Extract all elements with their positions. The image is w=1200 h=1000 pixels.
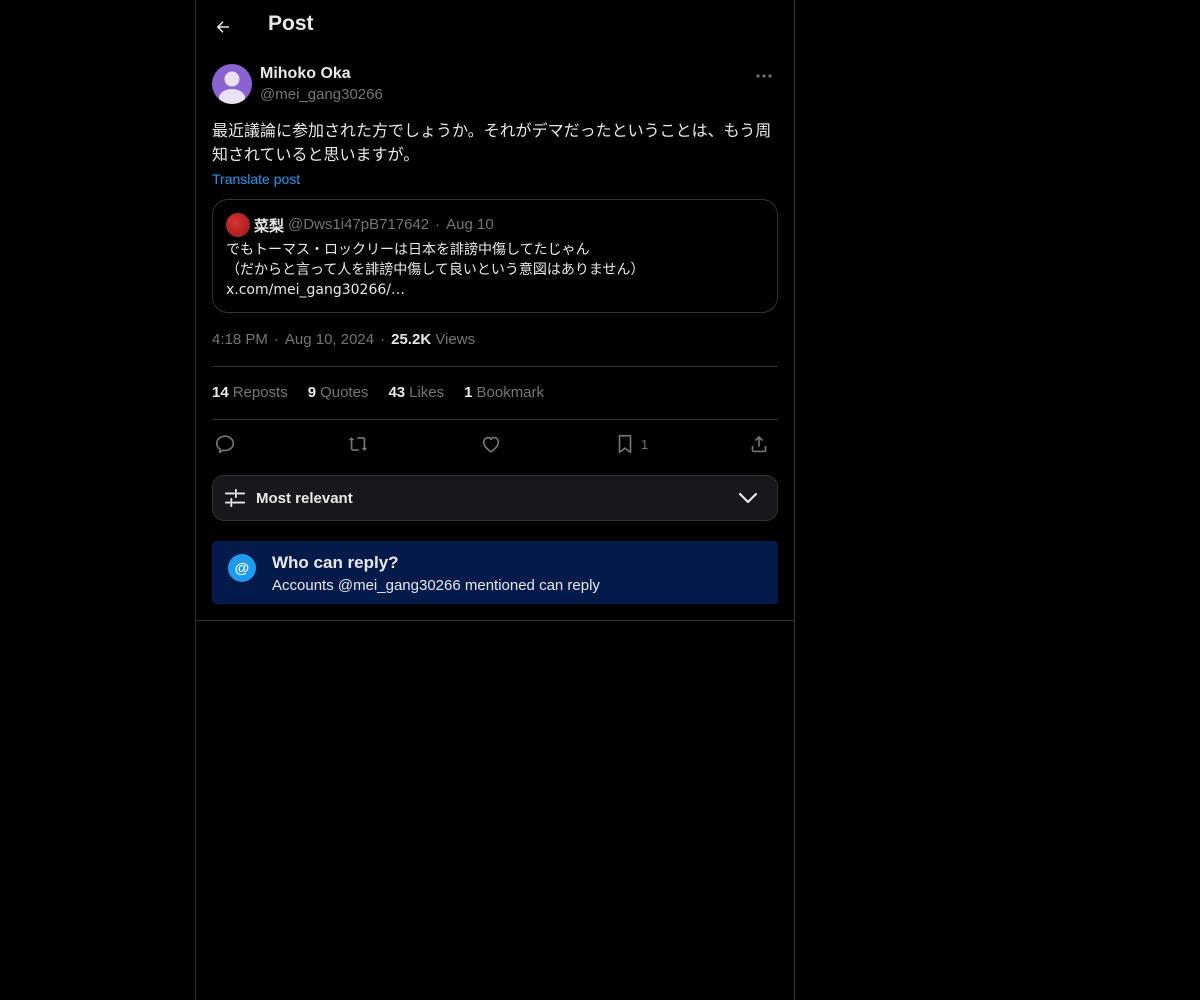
author-name[interactable]: Mihoko Oka	[260, 65, 351, 83]
share-button[interactable]	[748, 430, 770, 458]
reply-icon	[215, 435, 235, 454]
separator-dot: ·	[273, 331, 279, 348]
bookmarks-stat[interactable]: 1 Bookmark	[464, 384, 544, 401]
separator-dot: ·	[435, 216, 441, 233]
views-label: Views	[435, 331, 476, 348]
post-time[interactable]: 4:18 PM	[212, 331, 268, 348]
separator-dot: ·	[380, 331, 386, 348]
post-text: 最近議論に参加された方でしょうか。それがデマだったということは、もう周知されてい…	[212, 121, 772, 164]
likes-count: 43	[388, 384, 406, 401]
bookmark-button[interactable]: 1	[615, 430, 648, 458]
default-avatar-icon	[219, 71, 245, 104]
quoted-author-meta: @Dws1i47pB717642 · Aug 10	[288, 216, 494, 233]
more-icon	[756, 74, 772, 78]
reply-restriction-subtitle: Accounts @mei_gang30266 mentioned can re…	[272, 577, 600, 594]
views-count: 25.2K	[391, 331, 432, 348]
quotes-stat[interactable]: 9 Quotes	[308, 384, 369, 401]
page-title: Post	[268, 12, 314, 35]
quoted-author-handle: @Dws1i47pB717642	[288, 216, 430, 233]
quoted-author-name: 菜梨	[254, 217, 285, 235]
quoted-date: Aug 10	[446, 216, 494, 233]
at-icon: @	[228, 554, 256, 582]
quoted-avatar	[226, 213, 250, 237]
reply-restriction-notice: @ Who can reply? Accounts @mei_gang30266…	[212, 541, 778, 604]
divider	[212, 419, 778, 420]
arrow-left-icon	[216, 21, 229, 33]
avatar[interactable]	[212, 64, 252, 104]
reposts-count: 14	[212, 384, 229, 401]
divider	[196, 620, 794, 621]
reposts-stat[interactable]: 14 Reposts	[212, 384, 288, 401]
bookmark-icon	[618, 434, 632, 454]
sliders-icon	[224, 488, 246, 508]
chevron-down-icon	[738, 492, 758, 504]
quoted-text: でもトーマス・ロックリーは日本を誹謗中傷してたじゃん （だからと言って人を誹謗中…	[226, 240, 766, 300]
quotes-label: Quotes	[320, 384, 369, 401]
reposts-label: Reposts	[232, 384, 288, 401]
bookmark-count: 1	[641, 436, 649, 452]
quoted-line: でもトーマス・ロックリーは日本を誹謗中傷してたじゃん	[226, 242, 590, 258]
more-options-button[interactable]	[750, 64, 778, 88]
bookmarks-label: Bookmark	[476, 384, 545, 401]
author-handle[interactable]: @mei_gang30266	[260, 86, 383, 103]
repost-button[interactable]	[346, 430, 370, 458]
heart-icon	[482, 436, 500, 453]
page-header: Post	[196, 0, 794, 54]
quoted-link: x.com/mei_gang30266/…	[226, 282, 405, 298]
translate-post-link[interactable]: Translate post	[212, 171, 300, 187]
sort-label: Most relevant	[256, 490, 353, 507]
reply-sort-dropdown[interactable]: Most relevant	[212, 475, 778, 521]
likes-stat[interactable]: 43 Likes	[388, 384, 444, 401]
reply-button[interactable]	[214, 430, 236, 458]
main-column: Post Mihoko Oka @mei_gang30266 最近議論に参加され…	[195, 0, 795, 1000]
reply-restriction-title: Who can reply?	[272, 553, 399, 572]
back-button[interactable]	[208, 12, 238, 42]
post-date[interactable]: Aug 10, 2024	[285, 331, 374, 348]
like-button[interactable]	[480, 430, 502, 458]
likes-label: Likes	[409, 384, 445, 401]
bookmarks-count: 1	[464, 384, 473, 401]
quotes-count: 9	[307, 384, 317, 401]
quoted-post[interactable]: 菜梨 @Dws1i47pB717642 · Aug 10 でもトーマス・ロックリーは…	[212, 199, 778, 313]
repost-icon	[348, 437, 368, 451]
engagement-stats: 14 Reposts 9 Quotes 43 Likes 1 Bookmark	[212, 384, 544, 401]
action-bar: 1	[212, 430, 778, 458]
divider	[212, 366, 778, 367]
share-icon	[751, 435, 767, 453]
quoted-line: （だからと言って人を誹謗中傷して良いという意図はありません）	[226, 262, 645, 278]
post-metadata: 4:18 PM · Aug 10, 2024 · 25.2K Views	[212, 331, 475, 348]
post-author: Mihoko Oka @mei_gang30266	[212, 64, 778, 108]
